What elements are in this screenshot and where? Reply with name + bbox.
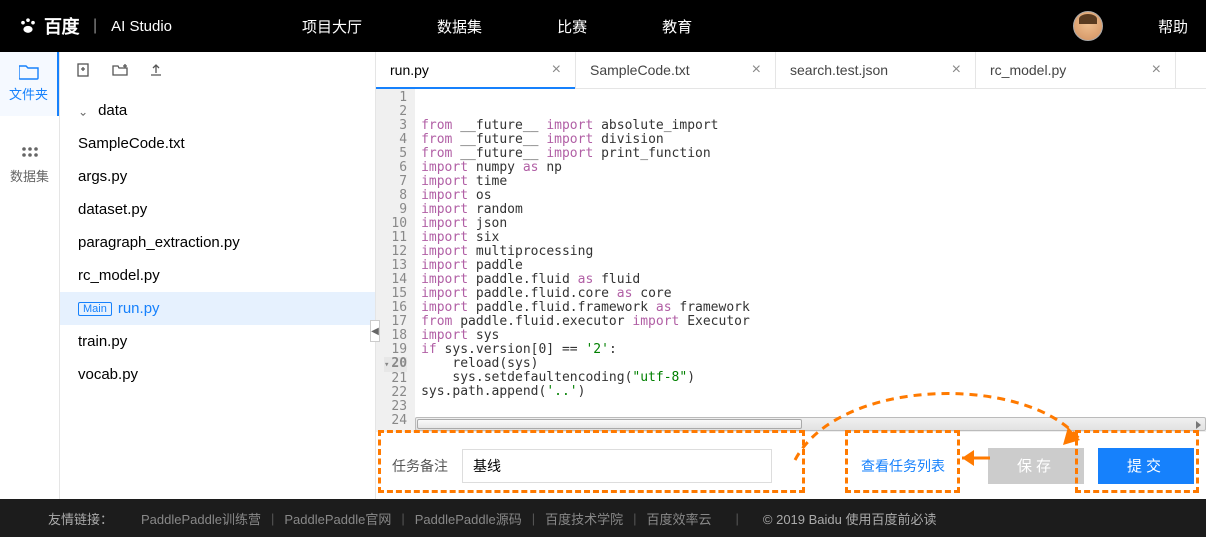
nav-items: 项目大厅 数据集 比赛 教育 — [302, 16, 692, 37]
top-nav: 百度 | AI Studio 项目大厅 数据集 比赛 教育 帮助 — [0, 0, 1206, 52]
close-icon[interactable]: × — [1152, 61, 1161, 79]
brand-main: 百度 — [44, 13, 79, 39]
brand-sub: AI Studio — [111, 18, 172, 35]
horizontal-scrollbar[interactable] — [415, 417, 1206, 431]
tab-label: SampleCode.txt — [590, 62, 690, 78]
sidebar-tab-datasets[interactable]: 数据集 — [0, 134, 59, 198]
footer-copyright: © 2019 Baidu 使用百度前必读 — [763, 509, 937, 528]
footer-link[interactable]: 百度效率云 — [647, 509, 712, 528]
code-editor[interactable]: 12345678910111213141516171819▾2021222324… — [376, 88, 1206, 431]
line-gutter: 12345678910111213141516171819▾2021222324 — [376, 89, 415, 431]
tree-file-selected[interactable]: Main run.py — [60, 292, 375, 325]
task-note-input[interactable] — [462, 449, 772, 483]
files-label: 文件夹 — [9, 87, 48, 102]
close-icon[interactable]: × — [752, 61, 761, 79]
tab-label: run.py — [390, 62, 429, 78]
scrollbar-thumb[interactable] — [417, 419, 802, 429]
submit-button[interactable]: 提交 — [1098, 448, 1194, 484]
main-area: 文件夹 数据集 data SampleCode.txt args.py data… — [0, 52, 1206, 499]
brand-separator: | — [93, 17, 97, 35]
new-file-icon[interactable] — [76, 62, 92, 78]
nav-competitions[interactable]: 比赛 — [557, 16, 587, 37]
editor-tab[interactable]: search.test.json × — [776, 52, 976, 88]
tree-file[interactable]: SampleCode.txt — [60, 127, 375, 160]
sidebar-tab-files[interactable]: 文件夹 — [0, 52, 59, 116]
tab-label: rc_model.py — [990, 62, 1066, 78]
paw-icon — [18, 16, 38, 36]
tree-file[interactable]: paragraph_extraction.py — [60, 226, 375, 259]
code-content[interactable]: from __future__ import absolute_importfr… — [415, 89, 1206, 431]
footer-label: 友情链接： — [48, 509, 113, 528]
close-icon[interactable]: × — [952, 61, 961, 79]
editor-tab[interactable]: rc_model.py × — [976, 52, 1176, 88]
folder-icon — [19, 64, 39, 80]
task-note-label: 任务备注 — [392, 456, 448, 476]
tree-file[interactable]: vocab.py — [60, 358, 375, 391]
tree-file[interactable]: train.py — [60, 325, 375, 358]
folder-name: data — [98, 102, 127, 119]
collapse-handle-icon[interactable]: ◀ — [370, 320, 380, 342]
upload-icon[interactable] — [148, 62, 164, 78]
file-toolbar — [60, 62, 375, 78]
view-task-list-link[interactable]: 查看任务列表 — [861, 456, 945, 476]
left-sidebar: 文件夹 数据集 — [0, 52, 60, 499]
new-folder-icon[interactable] — [112, 62, 128, 78]
editor-area: run.py × SampleCode.txt × search.test.json… — [375, 52, 1206, 499]
brand-logo[interactable]: 百度 | AI Studio — [18, 13, 172, 39]
avatar[interactable] — [1073, 11, 1103, 41]
footer: 友情链接： PaddlePaddle训练营| PaddlePaddle官网| P… — [0, 499, 1206, 537]
action-bar: 任务备注 查看任务列表 保存 提交 — [376, 431, 1206, 499]
editor-tab[interactable]: run.py × — [376, 52, 576, 88]
help-link[interactable]: 帮助 — [1158, 16, 1188, 37]
footer-link[interactable]: 百度技术学院 — [545, 509, 623, 528]
editor-tabs: run.py × SampleCode.txt × search.test.json… — [376, 52, 1206, 88]
tree-file[interactable]: args.py — [60, 160, 375, 193]
file-panel: data SampleCode.txt args.py dataset.py p… — [60, 52, 375, 499]
file-tree: data SampleCode.txt args.py dataset.py p… — [60, 94, 375, 391]
tree-folder-data[interactable]: data — [60, 94, 375, 127]
nav-right: 帮助 — [1073, 11, 1188, 41]
footer-link[interactable]: PaddlePaddle官网 — [284, 509, 391, 528]
main-badge: Main — [78, 302, 112, 316]
nav-projects[interactable]: 项目大厅 — [302, 16, 362, 37]
tree-file-name: run.py — [118, 300, 160, 317]
tab-label: search.test.json — [790, 62, 888, 78]
footer-link[interactable]: PaddlePaddle源码 — [415, 509, 522, 528]
footer-link[interactable]: PaddlePaddle训练营 — [141, 509, 261, 528]
datasets-label: 数据集 — [10, 169, 49, 184]
grid-icon — [21, 146, 39, 162]
editor-tab[interactable]: SampleCode.txt × — [576, 52, 776, 88]
nav-education[interactable]: 教育 — [662, 16, 692, 37]
tree-file[interactable]: rc_model.py — [60, 259, 375, 292]
close-icon[interactable]: × — [552, 61, 561, 79]
tree-file[interactable]: dataset.py — [60, 193, 375, 226]
save-button[interactable]: 保存 — [988, 448, 1084, 484]
nav-datasets[interactable]: 数据集 — [437, 16, 482, 37]
